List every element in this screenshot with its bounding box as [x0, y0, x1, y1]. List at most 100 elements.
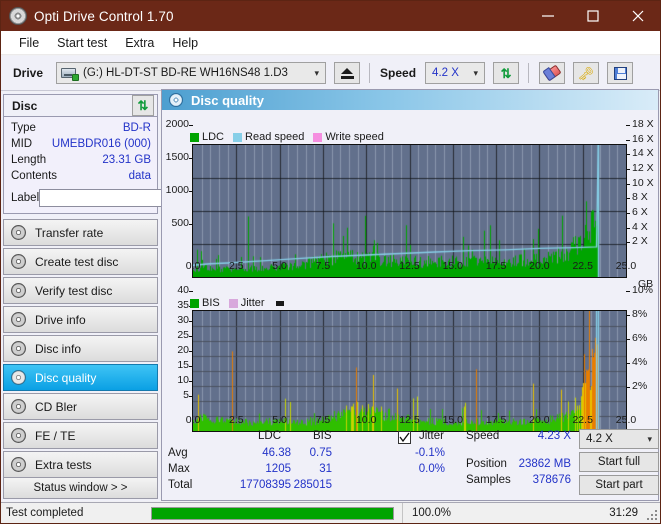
axis-tick-label: 30: [177, 314, 189, 326]
axis-tick-label: 8 X: [632, 191, 648, 204]
menu-file[interactable]: File: [10, 33, 48, 53]
sidebar-item-disc-info[interactable]: Disc info: [3, 335, 158, 362]
refresh-button[interactable]: ⇅: [493, 62, 520, 84]
axis-tick-label: 7.5: [315, 260, 331, 272]
legend-swatch-icon: [190, 298, 199, 308]
stats-jitter-max: 0.0%: [418, 463, 445, 475]
menu-extra[interactable]: Extra: [116, 33, 163, 53]
sidebar-item-label: Extra tests: [35, 457, 92, 472]
disc-quality-panel: Disc quality LDC Read speed Write speed: [161, 89, 659, 501]
status-window-button[interactable]: Status window > >: [3, 477, 158, 499]
sidebar-item-transfer-rate[interactable]: Transfer rate: [3, 219, 158, 246]
axis-tick-label: 1000: [165, 184, 189, 196]
axis-tick-label: 5: [183, 389, 189, 401]
stats-max-bis: 31: [319, 463, 332, 475]
axis-tick-label: 18 X: [632, 118, 654, 130]
sidebar-item-fe-te[interactable]: FE / TE: [3, 422, 158, 449]
sidebar-item-extra-tests[interactable]: Extra tests: [3, 451, 158, 478]
keys-button[interactable]: 🗝: [573, 62, 600, 84]
app-window: Opti Drive Control 1.70 File Start test …: [0, 0, 661, 524]
speed-select-value: 4.2 X: [432, 67, 459, 79]
menu-start-test[interactable]: Start test: [48, 33, 116, 53]
jitter-checkbox[interactable]: [398, 431, 411, 444]
speed-select[interactable]: 4.2 X ▾: [425, 62, 486, 84]
axis-tick-mark: [626, 339, 630, 340]
disc-row-value: UMEBDR016 (000): [51, 138, 151, 150]
sidebar-item-label: Verify test disc: [35, 283, 113, 298]
axis-tick-label: 10.0: [355, 260, 377, 272]
axis-tick-mark: [189, 224, 193, 225]
sidebar-item-drive-info[interactable]: Drive info: [3, 306, 158, 333]
disc-refresh-button[interactable]: ⇅: [132, 95, 154, 116]
chevron-down-icon: ▾: [314, 67, 320, 78]
axis-tick-label: 15.0: [442, 414, 464, 426]
drive-toolbar: Drive (G:) HL-DT-ST BD-RE WH16NS48 1.D3 …: [1, 56, 660, 91]
axis-tick-label: 12.5: [399, 414, 420, 426]
axis-tick-label: 40: [177, 284, 189, 296]
maximize-button[interactable]: [570, 1, 615, 31]
axis-tick-mark: [626, 387, 630, 388]
start-full-button[interactable]: Start full: [579, 452, 659, 472]
toolbar-divider-1: [369, 63, 371, 83]
legend-label: Write speed: [325, 131, 384, 143]
axis-tick-label: 2.5: [228, 414, 244, 426]
axis-tick-mark: [189, 351, 193, 352]
axis-tick-mark: [626, 363, 630, 364]
axis-tick-label: 2000: [165, 118, 189, 130]
disc-row-length: Length 23.31 GB: [11, 152, 151, 168]
axis-tick-mark: [189, 291, 193, 292]
legend-item-bis: BIS: [190, 297, 220, 309]
sidebar-item-cd-bler[interactable]: CD Bler: [3, 393, 158, 420]
test-speed-select[interactable]: 4.2 X ▾: [579, 429, 659, 449]
disc-icon: [11, 312, 26, 327]
resize-grip[interactable]: [646, 509, 657, 520]
sidebar-item-label: Transfer rate: [35, 225, 104, 240]
axis-tick-label: 10.0: [355, 414, 377, 426]
minimize-button[interactable]: [525, 1, 570, 31]
axis-tick-label: 4%: [632, 356, 648, 368]
drive-select[interactable]: (G:) HL-DT-ST BD-RE WH16NS48 1.D3 ▾: [56, 62, 327, 84]
axis-tick-label: 25: [177, 329, 189, 341]
disc-info-box: Disc ⇅ Type BD-R MID UMEBDR016 (000) Len…: [3, 94, 243, 214]
disc-icon: [11, 399, 26, 414]
axis-tick-mark: [626, 315, 630, 316]
window-title: Opti Drive Control 1.70: [34, 8, 174, 24]
axis-tick-label: 20.0: [529, 260, 550, 272]
axis-tick-label: 5.0: [272, 414, 287, 426]
start-part-button[interactable]: Start part: [579, 475, 659, 495]
position-stat-value: 23862 MB: [518, 458, 571, 470]
axis-tick-mark: [626, 242, 630, 244]
axis-tick-label: 25.0: [615, 414, 637, 426]
legend-swatch-icon: [233, 132, 243, 142]
axis-tick-label: 6%: [632, 332, 648, 344]
axis-tick-label: 2 X: [632, 235, 648, 248]
sidebar-item-label: Disc quality: [35, 370, 97, 385]
erase-button[interactable]: [539, 62, 566, 84]
title-bar: Opti Drive Control 1.70: [1, 1, 660, 31]
disc-icon: [11, 428, 26, 443]
close-button[interactable]: [615, 1, 660, 31]
page-title: Disc quality: [191, 92, 264, 108]
axis-tick-label: 10 X: [632, 176, 654, 189]
sidebar-item-verify-test-disc[interactable]: Verify test disc: [3, 277, 158, 304]
sidebar-item-disc-quality[interactable]: Disc quality: [3, 364, 158, 391]
floppy-save-icon: [613, 66, 627, 80]
menu-help[interactable]: Help: [163, 33, 207, 53]
sidebar-item-create-test-disc[interactable]: Create test disc: [3, 248, 158, 275]
save-button[interactable]: [607, 62, 634, 84]
eject-button[interactable]: [334, 62, 361, 84]
disc-info-title: Disc: [12, 98, 38, 113]
axis-tick-label: 17.5: [485, 260, 507, 272]
bis-chart-legend: BIS Jitter: [190, 297, 284, 309]
axis-tick-label: 8%: [632, 308, 648, 320]
sidebar-item-label: CD Bler: [35, 399, 78, 414]
stats-jitter-avg: -0.1%: [414, 447, 445, 459]
axis-tick-mark: [189, 336, 193, 337]
eraser-icon: [543, 64, 562, 82]
axis-tick-label: 22.5: [572, 414, 593, 426]
axis-tick-label: 15: [177, 359, 189, 371]
axis-tick-mark: [626, 139, 630, 141]
stats-row-total: Total: [168, 479, 193, 491]
axis-tick-label: 4 X: [632, 220, 648, 233]
axis-tick-mark: [626, 198, 630, 200]
